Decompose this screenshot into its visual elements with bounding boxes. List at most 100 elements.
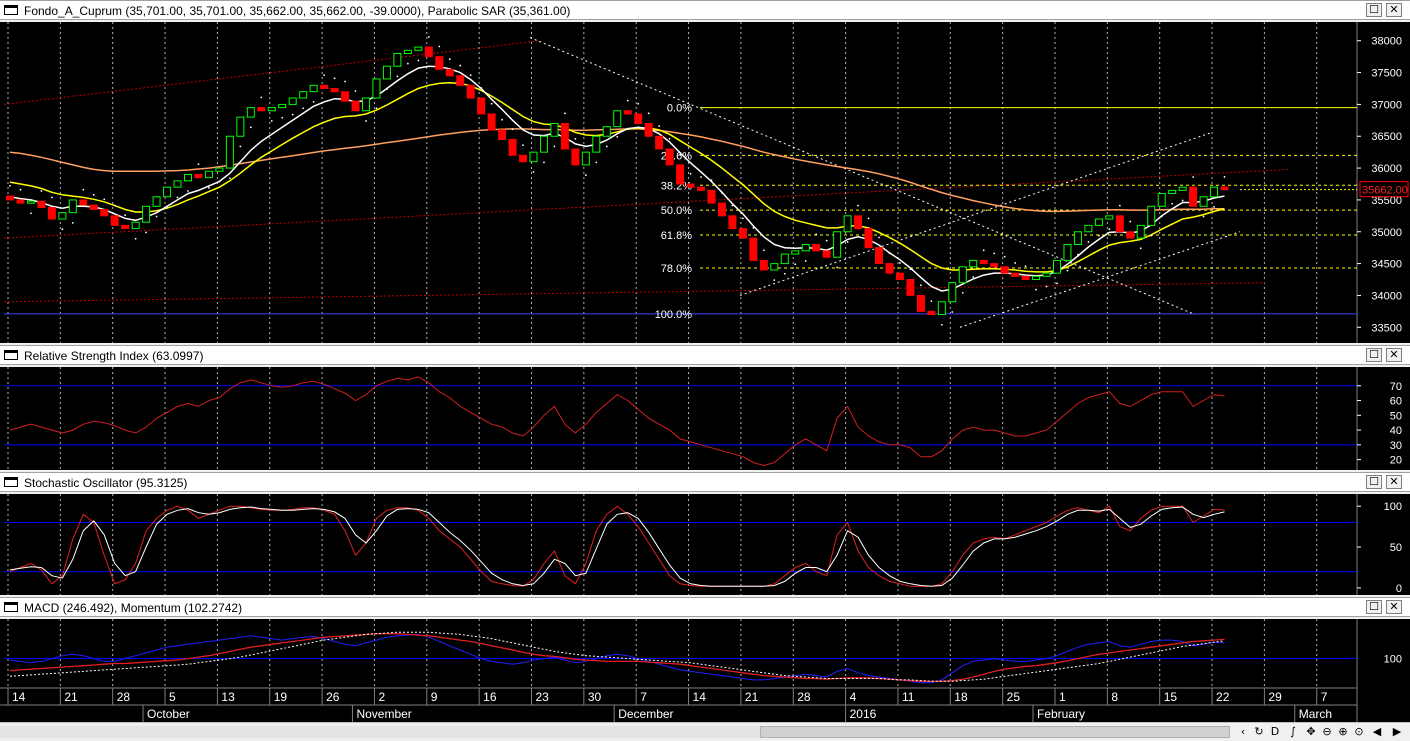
sar-dot: [689, 172, 692, 175]
candle-up: [225, 135, 234, 169]
sar-dot: [386, 88, 388, 91]
trend-line-support: [959, 231, 1241, 328]
restore-button[interactable]: ☐: [1366, 475, 1382, 489]
sar-dot: [396, 75, 399, 78]
sar-dot: [616, 135, 619, 138]
sar-dot: [972, 276, 975, 278]
y-tick-label: 34000: [1371, 290, 1402, 302]
sar-dot: [1223, 176, 1226, 178]
stoch-chart[interactable]: 0 50 100: [0, 494, 1410, 595]
macd-chart-area[interactable]: 100 14 21 28 5 13 19 26 2 9 16 23 30 7 14 21 28 4 11 18 25 1 8…: [0, 619, 1410, 722]
candle-up: [1105, 215, 1114, 220]
sar-dot: [511, 128, 514, 131]
crosshair-icon[interactable]: ✥: [1304, 725, 1318, 739]
sar-dot: [731, 204, 734, 207]
candle-down: [351, 100, 360, 112]
sar-dot: [1035, 288, 1037, 291]
refresh-icon[interactable]: ↻: [1252, 725, 1266, 739]
scroll-forward-icon[interactable]: ▶: [1390, 725, 1404, 739]
sar-dot: [61, 228, 64, 231]
candle-down: [634, 113, 643, 125]
close-button[interactable]: ✕: [1386, 475, 1402, 489]
period-icon[interactable]: D: [1268, 725, 1282, 739]
sar-dot: [961, 291, 964, 294]
y-tick-label: 35000: [1371, 227, 1402, 239]
candle-down: [194, 173, 203, 179]
x-tick-label: 2: [378, 690, 385, 704]
candle-down: [100, 208, 109, 217]
sar-dot: [302, 107, 305, 110]
candle-up: [68, 199, 77, 214]
sar-dot: [270, 120, 273, 122]
x-tick-label: 15: [1164, 690, 1178, 704]
candle-up: [550, 123, 559, 137]
candle-down: [47, 207, 56, 220]
candle-down: [487, 113, 496, 131]
rsi-chart-area[interactable]: 20 30 40 50 60 70: [0, 367, 1410, 470]
rsi-chart[interactable]: 20 30 40 50 60 70: [0, 367, 1410, 470]
candle-down: [330, 87, 339, 93]
candle-down: [498, 129, 507, 140]
zoom-in-icon[interactable]: ⊕: [1336, 725, 1350, 739]
candle-down: [79, 199, 88, 206]
x-tick-label: 28: [117, 690, 131, 704]
sar-dot: [888, 252, 891, 255]
sar-dot: [1213, 206, 1215, 208]
draw-icon[interactable]: ∫: [1286, 725, 1300, 739]
candle-up: [1042, 272, 1051, 277]
sar-dot: [1077, 253, 1079, 256]
sar-dot: [584, 174, 587, 176]
candle-up: [581, 151, 590, 166]
candle-up: [1168, 189, 1177, 195]
candle-down: [320, 84, 329, 89]
scrollbar-thumb[interactable]: [760, 726, 1230, 738]
sar-dot: [1003, 255, 1006, 258]
candle-up: [361, 97, 370, 112]
y-tick-label: 100: [1384, 654, 1402, 666]
sar-dot: [448, 58, 451, 61]
panel-window-icon: [4, 477, 18, 487]
close-button[interactable]: ✕: [1386, 600, 1402, 614]
candle-up: [958, 266, 967, 284]
x-tick-label: 14: [693, 690, 707, 704]
candle-down: [644, 123, 653, 137]
x-tick-label: 7: [640, 690, 647, 704]
zoom-icon[interactable]: ⊙: [1352, 725, 1366, 739]
sar-dot: [1097, 234, 1100, 237]
candle-down: [571, 148, 580, 166]
restore-button[interactable]: ☐: [1366, 348, 1382, 362]
sar-dot: [50, 196, 53, 199]
candle-down: [979, 259, 988, 265]
candle-up: [770, 263, 779, 271]
x-tick-label: 4: [850, 690, 857, 704]
restore-button[interactable]: ☐: [1366, 3, 1382, 17]
sar-dot: [249, 126, 252, 129]
candle-down: [341, 91, 350, 102]
close-button[interactable]: ✕: [1386, 3, 1402, 17]
restore-button[interactable]: ☐: [1366, 600, 1382, 614]
price-chart[interactable]: 3350034000345003500035500360003650037000…: [0, 22, 1410, 343]
panel-window-icon: [4, 5, 18, 15]
candle-down: [560, 123, 569, 150]
stoch-chart-area[interactable]: 0 50 100: [0, 494, 1410, 595]
candle-down: [6, 195, 14, 201]
price-chart-area[interactable]: 33500 34000 34500 35000 35500 36000 36500 37000…: [0, 22, 1410, 343]
scroll-back-icon[interactable]: ◀: [1370, 725, 1384, 739]
sar-dot: [427, 36, 430, 38]
sar-dot: [993, 252, 996, 255]
candle-down: [1021, 275, 1030, 281]
scroll-left-icon[interactable]: ‹: [1236, 725, 1250, 739]
x-tick-label: 16: [483, 690, 497, 704]
sar-dot: [710, 179, 713, 182]
sar-dot: [1087, 241, 1090, 243]
close-button[interactable]: ✕: [1386, 348, 1402, 362]
sar-dot: [176, 196, 179, 199]
zoom-out-icon[interactable]: ⊖: [1320, 725, 1334, 739]
sar-dot: [406, 62, 409, 65]
sar-dot: [857, 204, 859, 207]
sar-dot: [1014, 262, 1017, 264]
sar-dot: [1202, 215, 1205, 218]
x-tick-label: 7: [1321, 690, 1328, 704]
sar-dot: [501, 118, 503, 121]
macd-chart[interactable]: 10014 21 28 5 13 19 26 2 9 16 23 30 7 14 21 28 4 11 18 25 1 8…: [0, 619, 1410, 722]
